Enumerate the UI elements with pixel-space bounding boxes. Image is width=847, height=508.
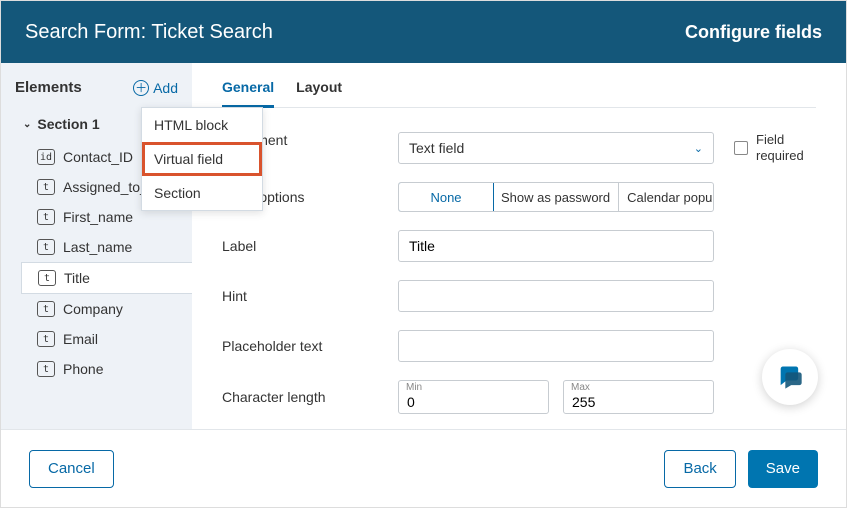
label-placeholder: Placeholder text: [222, 338, 398, 354]
min-box: Min: [398, 380, 549, 414]
label-char-length: Character length: [222, 389, 398, 405]
sidebar-item-label: Email: [63, 331, 98, 347]
label-input[interactable]: [398, 230, 714, 262]
field-required-label: Field required: [756, 132, 816, 163]
add-dropdown-menu: HTML block Virtual field Section: [141, 107, 263, 211]
plus-circle-icon: ＋: [133, 80, 149, 96]
add-menu-virtual-field[interactable]: Virtual field: [142, 142, 262, 176]
tab-layout[interactable]: Layout: [296, 79, 342, 107]
row-label: Label: [222, 230, 816, 262]
field-required-checkbox[interactable]: [734, 141, 748, 155]
add-menu-html-block[interactable]: HTML block: [142, 108, 262, 142]
row-form-element: m element Text field ⌄ Field required: [222, 132, 816, 164]
option-none[interactable]: None: [398, 182, 494, 212]
chevron-down-icon: ⌄: [23, 119, 31, 130]
option-calendar-popup[interactable]: Calendar popup: [619, 183, 714, 211]
min-label: Min: [406, 382, 422, 393]
type-badge-icon: t: [37, 301, 55, 317]
dialog-content: Elements ＋ Add ⌄ Section 1 id Contact_IDt…: [1, 63, 846, 429]
type-badge-icon: t: [37, 361, 55, 377]
cancel-button[interactable]: Cancel: [29, 450, 114, 488]
row-hint: Hint: [222, 280, 816, 312]
text-field-options-group: None Show as password Calendar popup: [398, 182, 714, 212]
type-badge-icon: id: [37, 149, 55, 165]
dialog-footer: Cancel Back Save: [1, 429, 846, 507]
sidebar-item-label: Title: [64, 270, 90, 286]
sidebar-header: Elements ＋ Add: [1, 79, 192, 110]
sidebar-item-phone[interactable]: t Phone: [1, 354, 192, 384]
sidebar-item-label: Company: [63, 301, 123, 317]
elements-title: Elements: [15, 79, 82, 96]
section-label: Section 1: [37, 116, 99, 132]
max-label: Max: [571, 382, 590, 393]
max-box: Max: [563, 380, 714, 414]
sidebar-item-company[interactable]: t Company: [1, 294, 192, 324]
tab-general[interactable]: General: [222, 79, 274, 108]
chat-fab[interactable]: [762, 349, 818, 405]
label-hint: Hint: [222, 288, 398, 304]
dialog-header: Search Form: Ticket Search Configure fie…: [1, 1, 846, 63]
back-button[interactable]: Back: [664, 450, 735, 488]
type-badge-icon: t: [37, 209, 55, 225]
sidebar-item-title[interactable]: t Title: [21, 262, 192, 294]
save-button[interactable]: Save: [748, 450, 818, 488]
sidebar-item-label: Phone: [63, 361, 103, 377]
field-required-wrap: Field required: [734, 132, 816, 163]
form-element-select[interactable]: Text field ⌄: [398, 132, 714, 164]
row-placeholder: Placeholder text: [222, 330, 816, 362]
add-button-label: Add: [153, 80, 178, 96]
hint-input[interactable]: [398, 280, 714, 312]
type-badge-icon: t: [38, 270, 56, 286]
sidebar-item-label: Last_name: [63, 239, 132, 255]
form-element-value: Text field: [409, 140, 464, 156]
chat-icon: [776, 363, 804, 391]
dialog-title: Search Form: Ticket Search: [25, 21, 273, 44]
add-menu-section[interactable]: Section: [142, 176, 262, 210]
chevron-down-icon: ⌄: [694, 142, 703, 155]
add-button[interactable]: ＋ Add: [133, 80, 178, 96]
sidebar-item-label: Contact_ID: [63, 149, 133, 165]
type-badge-icon: t: [37, 239, 55, 255]
configure-fields-link[interactable]: Configure fields: [685, 22, 822, 43]
tabs: General Layout: [222, 79, 816, 108]
main-panel: General Layout m element Text field ⌄ Fi…: [192, 63, 846, 429]
row-char-length: Character length Min Max: [222, 380, 816, 414]
type-badge-icon: t: [37, 331, 55, 347]
sidebar-item-label: First_name: [63, 209, 133, 225]
sidebar-item-last-name[interactable]: t Last_name: [1, 232, 192, 262]
sidebar-item-email[interactable]: t Email: [1, 324, 192, 354]
option-show-as-password[interactable]: Show as password: [493, 183, 619, 211]
label-label: Label: [222, 238, 398, 254]
row-text-field-options: t field options None Show as password Ca…: [222, 182, 816, 212]
type-badge-icon: t: [37, 179, 55, 195]
placeholder-input[interactable]: [398, 330, 714, 362]
